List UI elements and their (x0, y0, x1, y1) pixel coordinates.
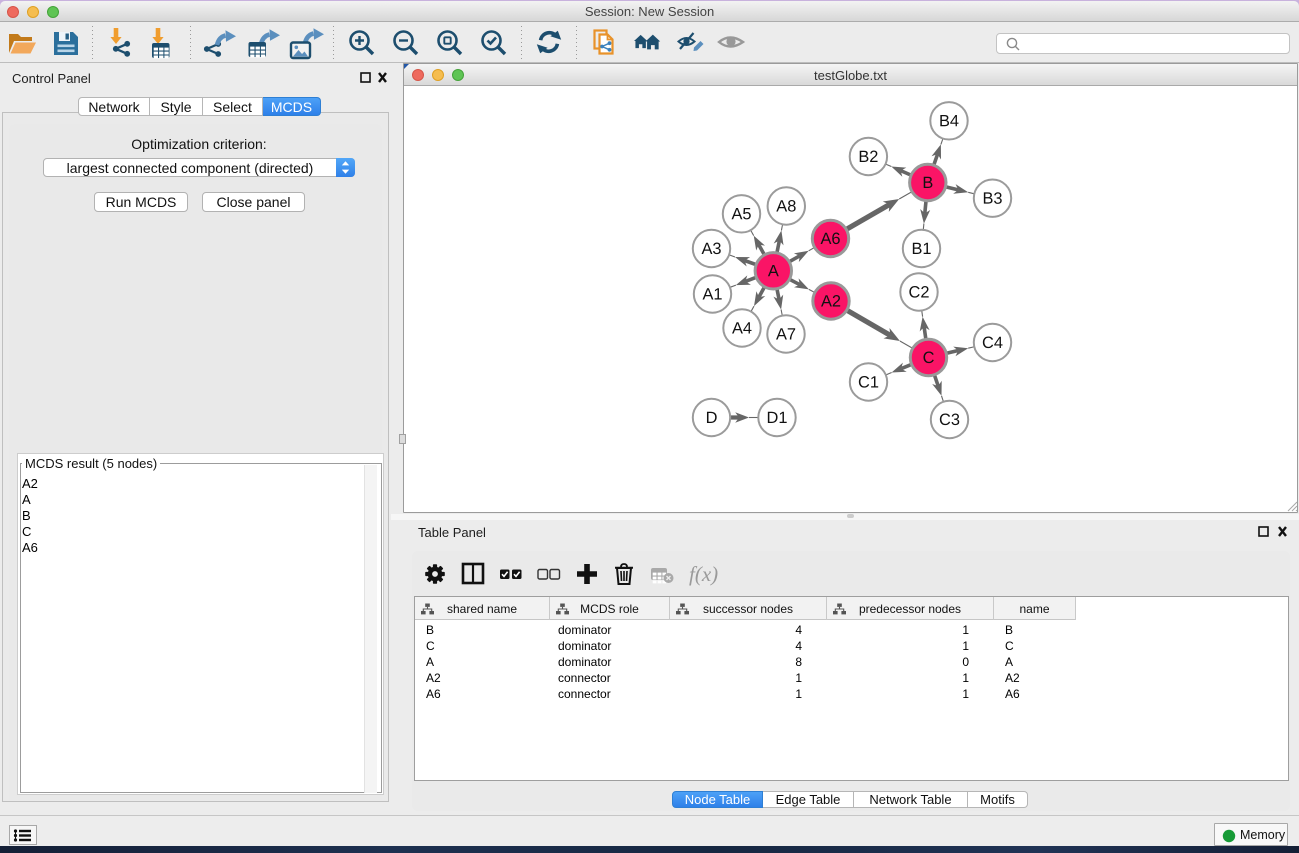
svg-text:A5: A5 (731, 205, 751, 223)
svg-text:D1: D1 (767, 409, 788, 427)
svg-text:C4: C4 (982, 334, 1003, 352)
svg-text:A7: A7 (776, 325, 796, 343)
svg-text:A2: A2 (821, 292, 841, 310)
svg-text:B4: B4 (939, 112, 959, 130)
svg-text:C2: C2 (909, 283, 930, 301)
svg-text:A: A (768, 262, 779, 280)
svg-text:D: D (706, 409, 718, 427)
svg-text:B: B (922, 174, 933, 192)
svg-text:B2: B2 (858, 148, 878, 166)
svg-text:C3: C3 (939, 411, 960, 429)
svg-text:C1: C1 (858, 373, 879, 391)
svg-text:C: C (923, 349, 935, 367)
svg-text:A8: A8 (776, 197, 796, 215)
svg-text:A3: A3 (701, 240, 721, 258)
svg-text:B1: B1 (911, 240, 931, 258)
svg-text:B3: B3 (982, 190, 1002, 208)
svg-text:A1: A1 (702, 285, 722, 303)
svg-text:f(x): f(x) (689, 562, 718, 586)
svg-text:A6: A6 (820, 230, 840, 248)
svg-text:A4: A4 (732, 319, 752, 337)
